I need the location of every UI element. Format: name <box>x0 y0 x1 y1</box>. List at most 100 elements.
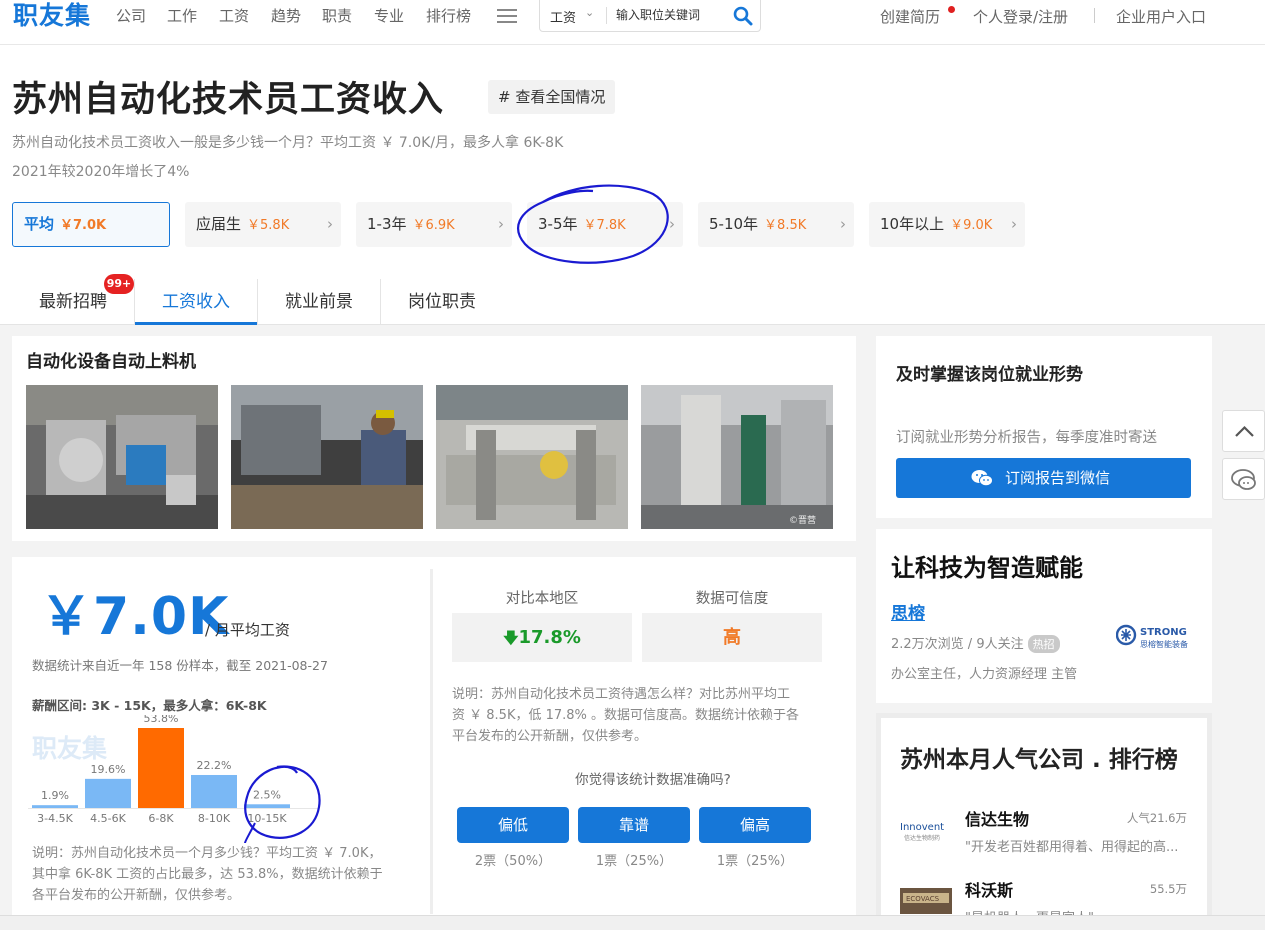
salary-range: 薪酬区间: 3K - 15K，最多人拿：6K-8K <box>32 698 267 713</box>
photo-worker[interactable] <box>231 385 423 529</box>
credibility-header: 数据可信度 <box>695 591 769 607</box>
rank-company-name[interactable]: 信达生物 <box>965 806 1029 830</box>
average-salary: ￥7.0K <box>40 587 230 647</box>
nav-company[interactable]: 公司 <box>116 6 146 26</box>
column-divider <box>430 569 433 914</box>
content-tabs: 最新招聘 工资收入 就业前景 岗位职责 <box>0 279 1265 325</box>
nationwide-tag[interactable]: # 查看全国情况 <box>488 80 616 114</box>
enterprise-login-link[interactable]: 企业用户入口 <box>1116 6 1206 27</box>
search-divider <box>606 7 607 24</box>
exp-tab-value: ￥6.9K <box>412 218 455 233</box>
rank-popularity: 55.5万 <box>1149 882 1187 896</box>
exp-tab-1-3[interactable]: 1-3年 ￥6.9K › <box>356 202 512 247</box>
exp-tab-label: 平均 <box>24 215 55 233</box>
bar-category-label: 4.5-6K <box>90 812 126 825</box>
nav-jobs[interactable]: 工作 <box>167 6 197 26</box>
exp-tab-value: ￥9.0K <box>950 218 993 233</box>
hand-drawn-circle-annotation <box>244 765 321 844</box>
rank-company-name[interactable]: 科沃斯 <box>965 877 1013 901</box>
search-icon[interactable] <box>732 5 754 27</box>
bar-value-label: 53.8% <box>144 715 179 725</box>
vote-result: 1票（25%） <box>716 854 794 869</box>
tab-employment-outlook[interactable]: 就业前景 <box>258 279 380 325</box>
vote-high-button[interactable]: 偏高 <box>699 807 811 843</box>
strong-company-logo[interactable]: STRONG 思榕智能装备 <box>1116 623 1200 651</box>
bar-category-label: 8-10K <box>198 812 231 825</box>
chevron-right-icon: › <box>1011 215 1017 233</box>
subscribe-card: 及时掌握该岗位就业形势 订阅就业形势分析报告，每季度准时寄送 订阅报告到微信 <box>876 336 1212 518</box>
personal-login-link[interactable]: 个人登录/注册 <box>973 6 1068 27</box>
hand-drawn-circle-annotation <box>517 184 669 264</box>
vote-reliable-button[interactable]: 靠谱 <box>578 807 690 843</box>
ranking-card: 苏州本月人气公司 . 排行榜 Innovent 信达生物制药 信达生物 人气21… <box>876 713 1212 915</box>
rank-popularity: 人气21.6万 <box>1126 811 1187 825</box>
exp-tab-value: ￥8.5K <box>764 218 807 233</box>
nav-duty[interactable]: 职责 <box>322 6 352 26</box>
exp-tab-graduate[interactable]: 应届生 ￥5.8K › <box>185 202 341 247</box>
ad-jobs: 办公室主任，人力资源经理 主管 <box>891 667 1078 682</box>
bar-value-label: 1.9% <box>41 789 69 802</box>
chevron-down-icon[interactable]: ⌄ <box>585 6 594 19</box>
sample-note: 数据统计来自近一年 158 份样本，截至 2021-08-27 <box>32 658 328 673</box>
exp-tab-10-plus[interactable]: 10年以上 ￥9.0K › <box>869 202 1025 247</box>
chevron-right-icon: › <box>498 215 504 233</box>
nav-salary[interactable]: 工资 <box>219 6 249 26</box>
subscribe-wechat-button[interactable]: 订阅报告到微信 <box>896 458 1191 498</box>
exp-tab-label: 应届生 <box>196 215 242 233</box>
bar-category-label: 6-8K <box>148 812 174 825</box>
salary-card: ￥7.0K / 月平均工资 数据统计来自近一年 158 份样本，截至 2021-… <box>12 557 856 915</box>
vote-low-button[interactable]: 偏低 <box>457 807 569 843</box>
exp-tab-label: 5-10年 <box>709 215 759 233</box>
exp-tab-5-10[interactable]: 5-10年 ￥8.5K › <box>698 202 854 247</box>
chat-bubble-icon <box>1231 469 1256 490</box>
svg-text:信达生物制药: 信达生物制药 <box>904 834 940 842</box>
distribution-bar <box>138 728 184 808</box>
svg-text:Innovent: Innovent <box>900 822 944 833</box>
nav-major[interactable]: 专业 <box>374 6 404 26</box>
chevron-right-icon: › <box>327 215 333 233</box>
photo-packaging-line[interactable]: ©晋营 <box>641 385 833 529</box>
bar-value-label: 19.6% <box>91 763 126 776</box>
ad-company-link[interactable]: 思榕 <box>891 599 925 624</box>
distribution-note: 其中拿 6K-8K 工资的占比最多，达 53.8%，数据统计依赖于 <box>32 867 383 882</box>
salary-unit: / 月平均工资 <box>205 621 290 639</box>
hot-hiring-tag: 热招 <box>1027 635 1060 653</box>
tab-salary-income[interactable]: 工资收入 <box>135 279 257 325</box>
svg-text:ECOVACS: ECOVACS <box>906 895 940 903</box>
create-resume-link[interactable]: 创建简历 <box>880 6 940 27</box>
exp-tab-average[interactable]: 平均 ￥7.0K <box>12 202 170 247</box>
distribution-bar <box>191 774 237 808</box>
distribution-bar <box>85 778 131 808</box>
photo-conveyor[interactable] <box>436 385 628 529</box>
comparison-note: 说明：苏州自动化技术员工资待遇怎么样？对比苏州平均工 <box>452 687 791 702</box>
feedback-button[interactable] <box>1222 458 1265 500</box>
distribution-bar <box>32 805 78 808</box>
rank-description: "开发老百姓都用得着、用得起的高... <box>965 840 1179 855</box>
top-header: 职友集 公司 工作 工资 趋势 职责 专业 排行榜 工资 ⌄ 创建简历 个人登录… <box>0 0 1265 45</box>
gallery-card: 自动化设备自动上料机 ©晋营 <box>12 336 856 541</box>
rank-description: "是机器人，更是家人" <box>965 907 1191 915</box>
comparison-note: 平台发布的公开新酬，仅供参考。 <box>452 729 648 744</box>
site-logo[interactable]: 职友集 <box>13 0 91 32</box>
tab-job-duties[interactable]: 岗位职责 <box>381 279 503 325</box>
back-to-top-button[interactable] <box>1222 410 1265 452</box>
comparison-note: 资 ￥ 8.5K，低 17.8% 。数据可信度高。数据统计依赖于各 <box>452 708 800 723</box>
innovent-logo[interactable]: Innovent 信达生物制药 <box>900 818 952 844</box>
sponsored-card: 让科技为智造赋能 思榕 2.2万次浏览 / 9人关注 热招 办公室主任，人力资源经… <box>876 529 1212 703</box>
exp-tab-value: ￥7.0K <box>60 218 107 233</box>
arrow-down-icon: 🡇 <box>503 629 519 647</box>
subscribe-desc: 订阅就业形势分析报告，每季度准时寄送 <box>896 430 1157 446</box>
search-box: 工资 ⌄ <box>539 0 761 32</box>
vote-question: 你觉得该统计数据准确吗? <box>575 772 731 788</box>
ecovacs-logo[interactable]: ECOVACS <box>900 888 952 914</box>
wechat-icon <box>971 470 993 487</box>
nav-trend[interactable]: 趋势 <box>271 6 301 26</box>
bar-value-label: 22.2% <box>197 759 232 772</box>
nav-ranking[interactable]: 排行榜 <box>426 6 471 26</box>
exp-tab-label: 10年以上 <box>880 215 945 233</box>
photo-machine-1[interactable] <box>26 385 218 529</box>
horizontal-scrollbar[interactable] <box>0 915 1265 930</box>
search-input[interactable] <box>616 5 728 25</box>
menu-icon[interactable] <box>497 9 517 25</box>
search-type-select[interactable]: 工资 <box>550 7 576 26</box>
